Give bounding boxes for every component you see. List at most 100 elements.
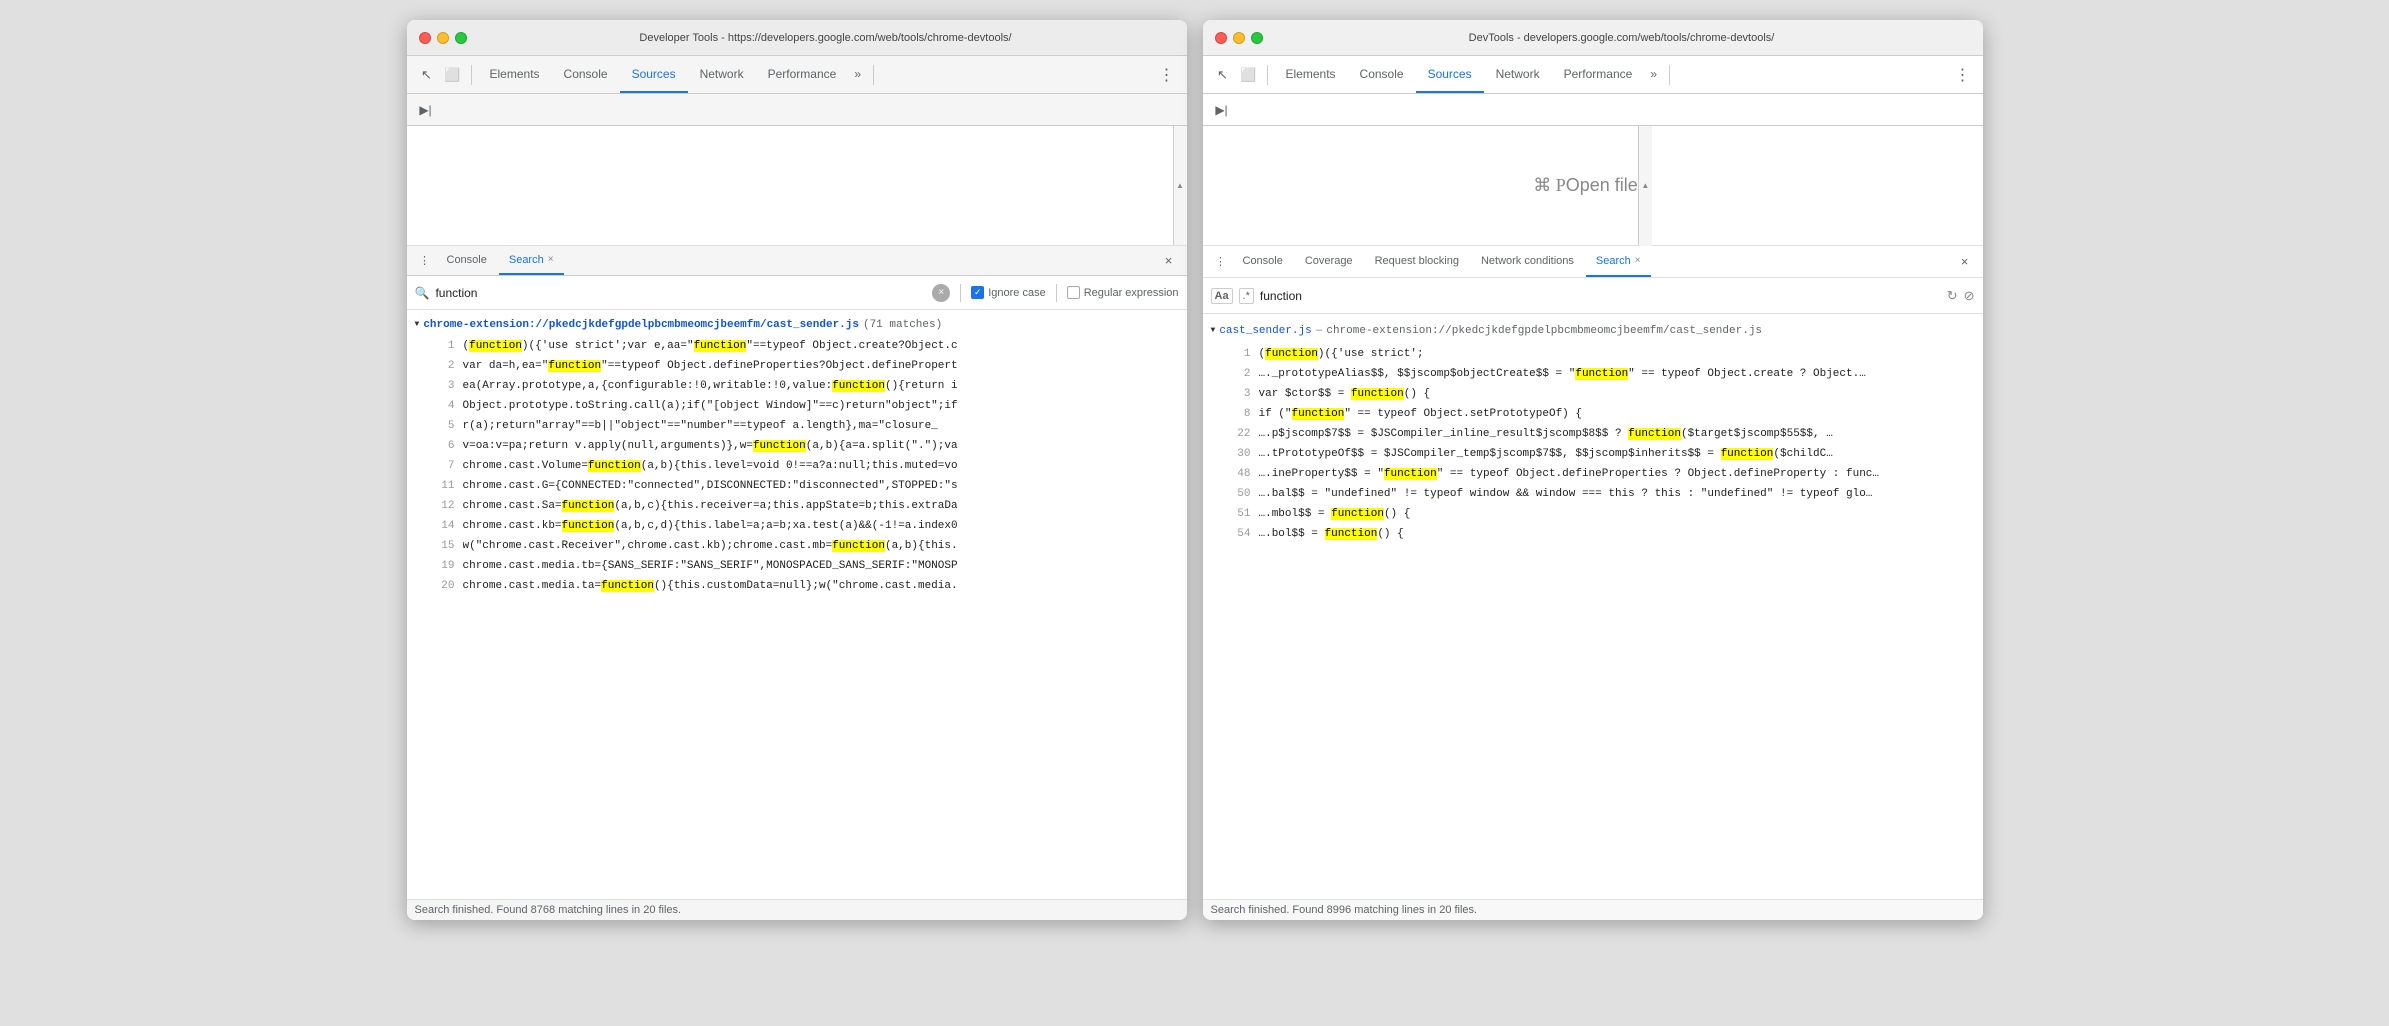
search-input[interactable] [435, 286, 926, 300]
panel-menu-icon[interactable]: ⋮ [415, 251, 435, 271]
scroll-up[interactable]: ▲ [1174, 179, 1187, 193]
right-tab-more[interactable]: » [1644, 56, 1663, 93]
right-menu-button[interactable]: ⋮ [1951, 63, 1975, 87]
result-line[interactable]: 8 if ("function" == typeof Object.setPro… [1203, 404, 1983, 424]
right-tab-performance[interactable]: Performance [1552, 56, 1645, 93]
top-content-area: ▲ [407, 126, 1187, 246]
result-line[interactable]: 4 Object.prototype.toString.call(a);if("… [407, 396, 1187, 416]
tab-more[interactable]: » [848, 56, 867, 93]
result-line[interactable]: 51 ….mbol$$ = function() { [1203, 504, 1983, 524]
right-tab-console[interactable]: Console [1348, 56, 1416, 93]
right-search-input[interactable] [1260, 289, 1941, 303]
right-panel-tab-close-icon[interactable]: × [1635, 255, 1641, 266]
result-line[interactable]: 3 ea(Array.prototype,a,{configurable:!0,… [407, 376, 1187, 396]
result-line[interactable]: 1 (function)({'use strict'; [1203, 344, 1983, 364]
right-collapse-icon[interactable]: ▼ [1211, 322, 1216, 340]
right-window-title: DevTools - developers.google.com/web/too… [1273, 32, 1971, 44]
collapse-icon[interactable]: ▼ [415, 316, 420, 334]
panel-close-button[interactable]: × [1159, 251, 1179, 271]
right-bottom-panel: ⋮ Console Coverage Request blocking Netw… [1203, 246, 1983, 920]
cursor-icon[interactable]: ↖ [415, 63, 439, 87]
scroll-bar[interactable]: ▲ [1173, 126, 1187, 245]
cancel-search-icon[interactable]: ⊘ [1964, 288, 1975, 304]
result-line[interactable]: 15 w("chrome.cast.Receiver",chrome.cast.… [407, 536, 1187, 556]
minimize-button[interactable] [437, 32, 449, 44]
right-file-link[interactable]: cast_sender.js [1219, 322, 1311, 340]
result-line[interactable]: 7 chrome.cast.Volume=function(a,b){this.… [407, 456, 1187, 476]
refresh-icon[interactable]: ↻ [1947, 288, 1958, 304]
ignore-case-option[interactable]: Ignore case [971, 286, 1045, 299]
result-line[interactable]: 19 chrome.cast.media.tb={SANS_SERIF:"SAN… [407, 556, 1187, 576]
panel-tab-console[interactable]: Console [437, 246, 497, 275]
right-toolbar-sep-2 [1669, 65, 1670, 85]
result-line[interactable]: 1 (function)({'use strict';var e,aa="fun… [407, 336, 1187, 356]
right-sidebar-toggle-icon[interactable]: ▶| [1211, 99, 1233, 121]
tab-elements[interactable]: Elements [478, 56, 552, 93]
device-icon[interactable]: ⬜ [441, 63, 465, 87]
tab-console[interactable]: Console [552, 56, 620, 93]
aa-button[interactable]: Aa [1211, 288, 1233, 304]
right-panel-tab-console[interactable]: Console [1233, 246, 1293, 277]
right-cursor-icon[interactable]: ↖ [1211, 63, 1235, 87]
tab-list: Elements Console Sources Network Perform… [478, 56, 868, 93]
file-link[interactable]: chrome-extension://pkedcjkdefgpdelpbcmbm… [423, 316, 859, 334]
result-line[interactable]: 3 var $ctor$$ = function() { [1203, 384, 1983, 404]
tab-performance[interactable]: Performance [756, 56, 849, 93]
result-line[interactable]: 54 ….bol$$ = function() { [1203, 524, 1983, 544]
maximize-button[interactable] [455, 32, 467, 44]
result-line[interactable]: 30 ….tPrototypeOf$$ = $JSCompiler_temp$j… [1203, 444, 1983, 464]
result-line[interactable]: 14 chrome.cast.kb=function(a,b,c,d){this… [407, 516, 1187, 536]
right-panel-tab-request-blocking[interactable]: Request blocking [1365, 246, 1469, 277]
result-line[interactable]: 2 …._prototypeAlias$$, $$jscomp$objectCr… [1203, 364, 1983, 384]
open-file-shortcut: ⌘ P [1533, 175, 1566, 196]
search-bar: 🔍 × Ignore case Regular expression [407, 276, 1187, 310]
secondary-toolbar: ▶| [407, 94, 1187, 126]
close-button[interactable] [419, 32, 431, 44]
panel-tab-search[interactable]: Search × [499, 246, 564, 275]
right-panel-tab-coverage[interactable]: Coverage [1295, 246, 1363, 277]
right-tab-network[interactable]: Network [1484, 56, 1552, 93]
right-panel-tab-bar: ⋮ Console Coverage Request blocking Netw… [1203, 246, 1983, 278]
right-minimize-button[interactable] [1233, 32, 1245, 44]
regex-checkbox[interactable] [1067, 286, 1080, 299]
right-panel-menu-icon[interactable]: ⋮ [1211, 252, 1231, 272]
right-device-icon[interactable]: ⬜ [1237, 63, 1261, 87]
result-line[interactable]: 2 var da=h,ea="function"==typeof Object.… [407, 356, 1187, 376]
dotstar-button[interactable]: .* [1239, 288, 1254, 304]
right-status-text: Search finished. Found 8996 matching lin… [1211, 904, 1478, 916]
ignore-case-checkbox[interactable] [971, 286, 984, 299]
right-secondary-toolbar: ▶| [1203, 94, 1983, 126]
panel-tab-bar: ⋮ Console Search × × [407, 246, 1187, 276]
result-line[interactable]: 22 ….p$jscomp$7$$ = $JSCompiler_inline_r… [1203, 424, 1983, 444]
tab-sources[interactable]: Sources [620, 56, 688, 93]
menu-button[interactable]: ⋮ [1155, 63, 1179, 87]
right-panel-tab-network-conditions[interactable]: Network conditions [1471, 246, 1584, 277]
left-devtools-window: Developer Tools - https://developers.goo… [407, 20, 1187, 920]
right-file-path: chrome-extension://pkedcjkdefgpdelpbcmbm… [1326, 322, 1762, 340]
result-line[interactable]: 50 ….bal$$ = "undefined" != typeof windo… [1203, 484, 1983, 504]
panel-tab-close-icon[interactable]: × [548, 254, 554, 265]
tab-network[interactable]: Network [688, 56, 756, 93]
right-panel-tab-search[interactable]: Search × [1586, 246, 1651, 277]
result-line[interactable]: 11 chrome.cast.G={CONNECTED:"connected",… [407, 476, 1187, 496]
result-line[interactable]: 20 chrome.cast.media.ta=function(){this.… [407, 576, 1187, 596]
result-line[interactable]: 5 r(a);return"array"==b||"object"=="numb… [407, 416, 1187, 436]
regex-option[interactable]: Regular expression [1067, 286, 1179, 299]
right-maximize-button[interactable] [1251, 32, 1263, 44]
search-clear-button[interactable]: × [932, 284, 950, 302]
right-scroll-bar[interactable]: ▲ [1638, 126, 1652, 246]
right-toolbar-separator [1267, 65, 1268, 85]
right-status-bar: Search finished. Found 8996 matching lin… [1203, 899, 1983, 920]
right-panel-close-button[interactable]: × [1955, 252, 1975, 272]
right-tab-sources[interactable]: Sources [1416, 56, 1484, 93]
right-scroll-up[interactable]: ▲ [1639, 179, 1652, 193]
result-line[interactable]: 12 chrome.cast.Sa=function(a,b,c){this.r… [407, 496, 1187, 516]
sidebar-toggle-icon[interactable]: ▶| [415, 99, 437, 121]
result-line[interactable]: 48 ….ineProperty$$ = "function" == typeo… [1203, 464, 1983, 484]
right-close-button[interactable] [1215, 32, 1227, 44]
right-tab-elements[interactable]: Elements [1274, 56, 1348, 93]
search-separator-2 [1056, 284, 1057, 302]
right-search-bar: Aa .* ↻ ⊘ [1203, 278, 1983, 314]
right-file-header: ▼ cast_sender.js — chrome-extension://pk… [1203, 318, 1983, 344]
result-line[interactable]: 6 v=oa:v=pa;return v.apply(null,argument… [407, 436, 1187, 456]
